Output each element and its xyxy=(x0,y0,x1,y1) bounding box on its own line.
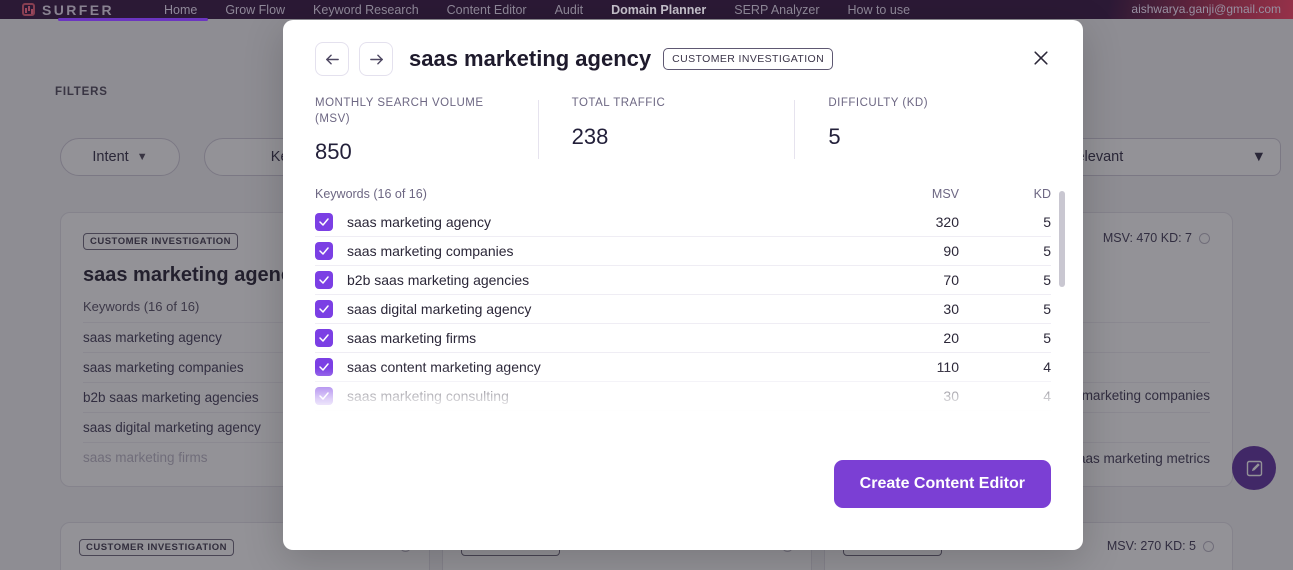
stats-row: MONTHLY SEARCH VOLUME (MSV) 850 TOTAL TR… xyxy=(283,76,1083,165)
row-checkbox[interactable] xyxy=(315,387,333,406)
row-msv: 20 xyxy=(943,330,959,347)
nav-dim-layer xyxy=(0,0,1293,19)
stat-value: 238 xyxy=(571,123,609,149)
row-kd: 5 xyxy=(1043,301,1051,318)
page-title: saas marketing agency xyxy=(409,46,652,71)
check-icon xyxy=(319,276,329,284)
scrollbar-track[interactable] xyxy=(1059,191,1065,396)
row-msv: 110 xyxy=(936,359,959,376)
check-icon xyxy=(319,218,329,226)
row-checkbox[interactable] xyxy=(315,242,333,261)
stat-label: TOTAL TRAFFIC xyxy=(571,97,666,109)
row-checkbox[interactable] xyxy=(315,213,333,232)
active-tab-underline xyxy=(58,18,208,21)
row-keyword: saas marketing consulting xyxy=(347,388,509,405)
row-msv: 30 xyxy=(943,301,959,318)
scrollbar-thumb[interactable] xyxy=(1059,191,1065,288)
status-badge: CUSTOMER INVESTIGATION xyxy=(663,48,834,70)
table-row[interactable]: saas digital marketing agency 30 5 xyxy=(315,295,1051,325)
stat-difficulty: DIFFICULTY (KD) 5 xyxy=(794,96,1051,165)
back-button[interactable] xyxy=(315,42,349,76)
row-msv: 70 xyxy=(943,272,959,289)
modal-footer: Create Content Editor xyxy=(833,460,1051,508)
keyword-rows-scroll[interactable]: saas marketing agency 320 5 saas marketing … xyxy=(315,208,1051,413)
table-row[interactable]: saas marketing firms 20 5 xyxy=(315,324,1051,354)
table-row[interactable]: saas marketing companies 90 5 xyxy=(315,237,1051,267)
row-checkbox[interactable] xyxy=(315,300,333,319)
column-header-msv: MSV xyxy=(931,187,959,202)
stat-total-traffic: TOTAL TRAFFIC 238 xyxy=(537,96,795,165)
arrow-right-icon xyxy=(369,54,383,64)
check-icon xyxy=(319,392,329,400)
row-kd: 5 xyxy=(1043,214,1051,231)
keyword-detail-modal: saas marketing agency CUSTOMER INVESTIGA… xyxy=(283,20,1083,550)
close-icon xyxy=(1034,51,1048,65)
stat-label: DIFFICULTY (KD) xyxy=(828,97,929,109)
row-keyword: b2b saas marketing agencies xyxy=(347,272,530,289)
table-row[interactable]: saas content marketing agency 110 4 xyxy=(315,353,1051,383)
row-kd: 5 xyxy=(1043,272,1051,289)
check-icon xyxy=(319,334,329,342)
column-header-keywords: Keywords (16 of 16) xyxy=(315,187,427,202)
row-msv: 90 xyxy=(943,243,959,260)
keyword-table: Keywords (16 of 16) MSV KD saas marketin… xyxy=(315,187,1065,413)
arrow-left-icon xyxy=(325,54,339,64)
row-keyword: saas marketing agency xyxy=(347,214,491,231)
row-keyword: saas marketing firms xyxy=(347,330,477,347)
check-icon xyxy=(319,363,329,371)
row-msv: 30 xyxy=(943,388,959,405)
table-row[interactable]: saas marketing agency 320 5 xyxy=(315,208,1051,238)
row-checkbox[interactable] xyxy=(315,329,333,348)
row-checkbox[interactable] xyxy=(315,271,333,290)
row-kd: 4 xyxy=(1043,388,1051,405)
app-root: FILTERS Intent ▼ Keyword Relevant ▼ CUST… xyxy=(0,0,1293,570)
check-icon xyxy=(319,247,329,255)
row-kd: 5 xyxy=(1043,243,1051,260)
row-checkbox[interactable] xyxy=(315,358,333,377)
row-msv: 320 xyxy=(935,214,959,231)
row-keyword: saas digital marketing agency xyxy=(347,301,532,318)
table-header: Keywords (16 of 16) MSV KD xyxy=(315,187,1051,208)
modal-header: saas marketing agency CUSTOMER INVESTIGA… xyxy=(283,20,1083,76)
forward-button[interactable] xyxy=(359,42,393,76)
row-kd: 4 xyxy=(1043,359,1051,376)
create-content-editor-button[interactable]: Create Content Editor xyxy=(833,460,1051,508)
column-header-kd: KD xyxy=(1033,187,1051,202)
row-keyword: saas content marketing agency xyxy=(347,359,541,376)
table-row[interactable]: saas marketing consulting 30 4 xyxy=(315,382,1051,412)
close-button[interactable] xyxy=(1025,42,1057,74)
stat-msv: MONTHLY SEARCH VOLUME (MSV) 850 xyxy=(315,96,538,165)
row-kd: 5 xyxy=(1043,330,1051,347)
check-icon xyxy=(319,305,329,313)
row-keyword: saas marketing companies xyxy=(347,243,514,260)
stat-label: MONTHLY SEARCH VOLUME (MSV) xyxy=(315,97,484,125)
table-row[interactable]: b2b saas marketing agencies 70 5 xyxy=(315,266,1051,296)
stat-value: 850 xyxy=(315,139,352,165)
stat-value: 5 xyxy=(828,123,841,149)
